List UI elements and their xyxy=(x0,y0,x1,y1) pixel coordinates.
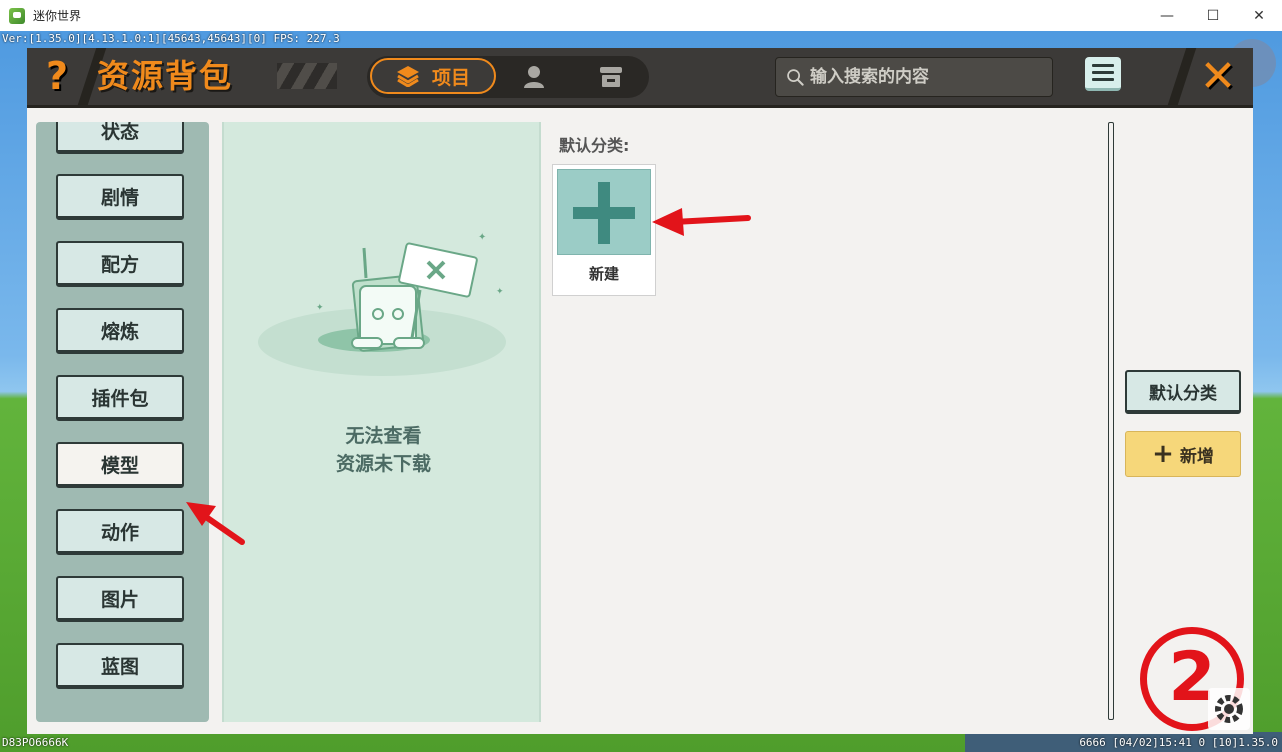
resource-bag-dialog: ? 资源背包 项目 输入搜索的内容 ✕ 状态 剧情 配方 熔炼 插件包 模型 动… xyxy=(27,48,1253,734)
window-close-icon: ✕ xyxy=(1253,7,1265,24)
empty-state-line1: 无法查看 xyxy=(345,425,422,447)
plus-icon xyxy=(573,182,635,244)
window-title-bar: 迷你世界 — ☐ ✕ xyxy=(0,0,1282,32)
user-icon xyxy=(524,66,544,88)
resource-preview-panel: ✦ ✦ ✦ 无法查看 资源未下载 xyxy=(222,122,541,722)
add-category-button[interactable]: + 新增 xyxy=(1125,431,1241,477)
category-recipe[interactable]: 配方 xyxy=(56,241,184,287)
tab-project[interactable]: 项目 xyxy=(370,58,496,94)
tab-group: 项目 xyxy=(367,56,649,98)
help-icon[interactable]: ? xyxy=(37,54,77,98)
device-id-readout: D83PO6666K xyxy=(2,736,69,749)
category-model[interactable]: 模型 xyxy=(56,442,184,488)
search-icon xyxy=(787,69,804,86)
new-card-label: 新建 xyxy=(588,265,619,283)
dialog-body: 状态 剧情 配方 熔炼 插件包 模型 动作 图片 蓝图 ✦ ✦ ✦ 无法查看 资… xyxy=(27,108,1253,734)
new-resource-card[interactable]: 新建 xyxy=(552,164,656,296)
category-list: 状态 剧情 配方 熔炼 插件包 模型 动作 图片 蓝图 xyxy=(36,122,209,722)
dialog-header: ? 资源背包 项目 输入搜索的内容 ✕ xyxy=(27,48,1253,108)
maximize-icon: ☐ xyxy=(1206,7,1220,24)
layers-icon xyxy=(396,66,419,87)
window-title: 迷你世界 xyxy=(33,9,82,23)
svg-text:✦: ✦ xyxy=(316,303,324,313)
version-readout: Ver:[1.35.0][4.13.1.0:1][45643,45643][0]… xyxy=(2,32,340,45)
category-action[interactable]: 动作 xyxy=(56,509,184,555)
add-icon: + xyxy=(1152,439,1174,469)
minimize-icon: — xyxy=(1160,7,1174,24)
annotation-arrow-model xyxy=(186,502,245,545)
tab-store[interactable] xyxy=(589,62,633,92)
default-category-button[interactable]: 默认分类 xyxy=(1125,370,1241,414)
list-icon xyxy=(1092,64,1114,67)
category-smelting[interactable]: 熔炼 xyxy=(56,308,184,354)
empty-state-line2: 资源未下载 xyxy=(335,453,431,475)
content-scrollbar[interactable] xyxy=(1108,122,1114,720)
settings-gear-icon[interactable] xyxy=(1208,688,1250,730)
empty-state-illustration: ✦ ✦ ✦ xyxy=(258,232,506,376)
header-stripes xyxy=(277,63,337,89)
category-plugin-pack[interactable]: 插件包 xyxy=(56,375,184,421)
header-divider-right xyxy=(1167,48,1197,105)
new-card-thumbnail xyxy=(557,169,651,255)
window-close-button[interactable]: ✕ xyxy=(1236,0,1282,31)
category-image[interactable]: 图片 xyxy=(56,576,184,622)
store-icon xyxy=(600,67,622,87)
category-blueprint[interactable]: 蓝图 xyxy=(56,643,184,689)
close-icon[interactable]: ✕ xyxy=(1195,54,1241,100)
search-input[interactable] xyxy=(810,59,1052,95)
svg-text:✦: ✦ xyxy=(478,232,486,243)
tab-project-label: 项目 xyxy=(431,66,470,89)
app-icon xyxy=(9,7,25,24)
svg-text:✦: ✦ xyxy=(496,287,504,297)
minimize-button[interactable]: — xyxy=(1144,0,1190,31)
dialog-title: 资源背包 xyxy=(97,57,234,95)
category-story[interactable]: 剧情 xyxy=(56,174,184,220)
status-readout: 6666 [04/02]15:41 0 [10]1.35.0 xyxy=(1079,736,1278,749)
list-menu-button[interactable] xyxy=(1085,57,1121,91)
tab-personal[interactable] xyxy=(512,62,556,92)
search-box xyxy=(775,57,1053,97)
maximize-button[interactable]: ☐ xyxy=(1190,0,1236,31)
category-status[interactable]: 状态 xyxy=(56,122,184,154)
annotation-arrow-new xyxy=(652,208,751,236)
group-label: 默认分类: xyxy=(559,136,630,155)
